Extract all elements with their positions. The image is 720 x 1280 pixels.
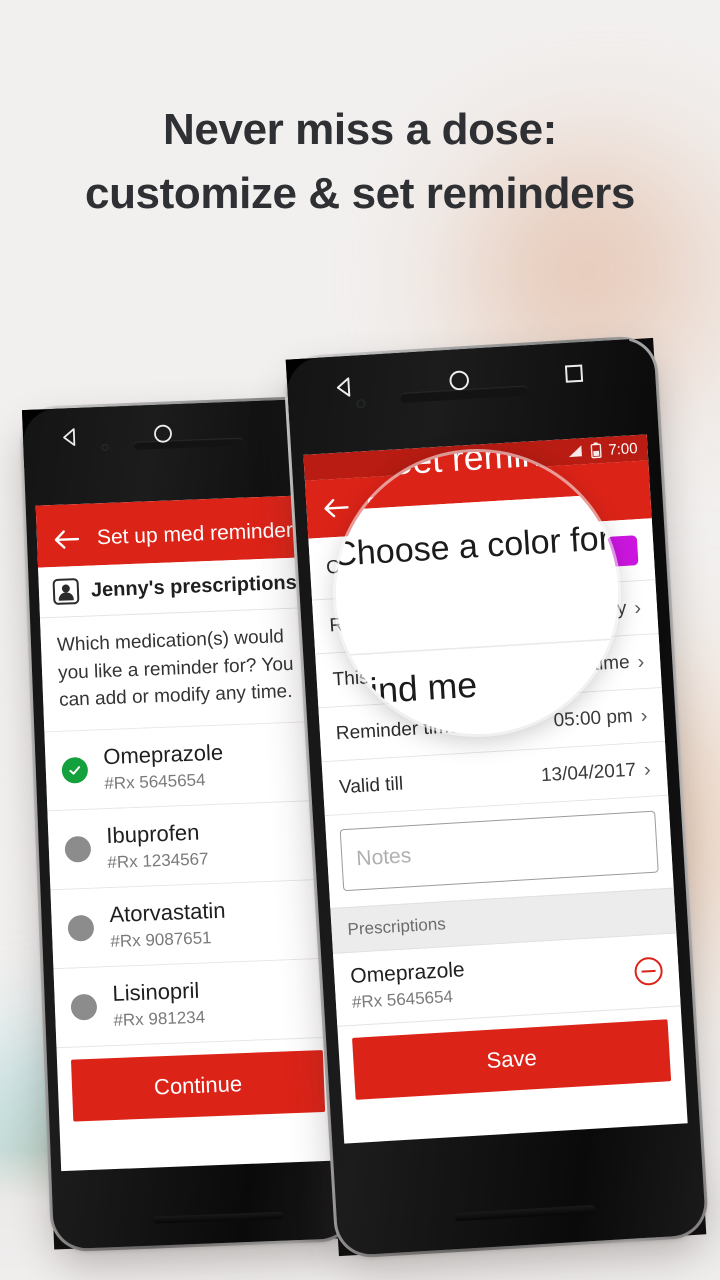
left-appbar: Set up med reminders [35, 494, 318, 568]
medication-name: Atorvastatin [108, 897, 226, 927]
nav-back-icon[interactable] [332, 375, 357, 400]
chevron-right-icon: › [640, 704, 649, 727]
chevron-right-icon: › [636, 650, 645, 673]
medication-row[interactable]: Omeprazole #Rx 5645654 [44, 721, 328, 812]
intro-text: Which medication(s) would you like a rem… [40, 607, 325, 733]
magnified-appbar-title: Set reminder [387, 452, 594, 483]
medication-rx: #Rx 9087651 [110, 927, 212, 951]
medication-name: Omeprazole [102, 739, 224, 769]
continue-button[interactable]: Continue [70, 1049, 326, 1122]
account-label: Jenny's prescriptions [90, 571, 298, 602]
save-button[interactable]: Save [352, 1019, 672, 1100]
nav-home-icon[interactable] [152, 422, 175, 445]
nav-back-icon[interactable] [58, 426, 81, 449]
valid-till-value-group: 13/04/2017 › [540, 758, 651, 786]
magnifier-content: Set reminder Choose a color for this rem… [336, 452, 618, 734]
valid-till-label: Valid till [338, 773, 404, 798]
minus-circle-icon[interactable] [633, 956, 664, 987]
medication-unselected-icon[interactable] [64, 835, 92, 863]
medication-unselected-icon[interactable] [67, 914, 95, 942]
magnifier-lens: Set reminder Choose a color for this rem… [336, 452, 618, 734]
medication-row[interactable]: Ibuprofen #Rx 1234567 [47, 800, 331, 890]
nav-recents-icon[interactable] [561, 361, 586, 386]
valid-till-value: 13/04/2017 [540, 759, 637, 786]
promo-screenshot: Never miss a dose: customize & set remin… [0, 0, 720, 1280]
chevron-right-icon: › [643, 758, 652, 781]
chevron-right-icon: › [633, 596, 642, 619]
notes-placeholder: Notes [355, 844, 412, 871]
notes-input[interactable]: Notes [339, 810, 659, 892]
back-arrow-icon[interactable] [53, 528, 80, 551]
medication-name: Lisinopril [111, 977, 200, 1006]
prescription-rx: #Rx 5645654 [351, 986, 454, 1012]
medication-row[interactable]: Atorvastatin #Rx 9087651 [50, 879, 334, 969]
medication-unselected-icon[interactable] [70, 993, 98, 1021]
magnified-back-arrow-icon [336, 452, 366, 480]
medication-name: Ibuprofen [105, 819, 200, 848]
prescription-name: Omeprazole [349, 958, 466, 988]
medication-rx: #Rx 5645654 [104, 769, 206, 793]
page-title: Never miss a dose: customize & set remin… [85, 105, 635, 218]
left-phone-screen: Set up med reminders Jenny's prescriptio… [35, 494, 342, 1172]
medication-rx: #Rx 1234567 [107, 848, 209, 872]
left-appbar-title: Set up med reminders [96, 518, 304, 550]
medication-row[interactable]: Lisinopril #Rx 981234 [53, 958, 337, 1048]
medication-selected-icon[interactable] [61, 756, 89, 784]
person-icon [52, 578, 80, 606]
nav-home-icon[interactable] [447, 368, 472, 393]
medication-rx: #Rx 981234 [113, 1007, 206, 1030]
